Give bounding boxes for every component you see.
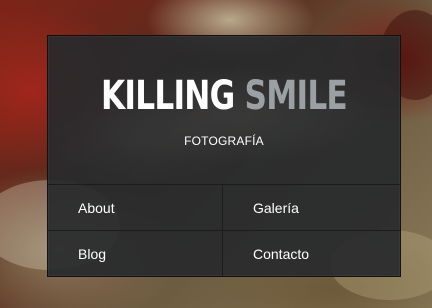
- site-logo[interactable]: KILLING SMILE: [87, 72, 362, 120]
- logo-word-killing: KILLING: [101, 73, 235, 119]
- main-navigation: About Galería Blog Contacto: [48, 184, 400, 276]
- branding-area: KILLING SMILE FOTOGRAFÍA: [48, 36, 400, 184]
- site-header-panel: KILLING SMILE FOTOGRAFÍA About Galería B…: [47, 35, 401, 277]
- nav-link-about[interactable]: About: [48, 185, 223, 231]
- nav-link-blog[interactable]: Blog: [48, 231, 223, 276]
- logo-word-smile: SMILE: [244, 73, 348, 119]
- nav-link-galeria[interactable]: Galería: [223, 185, 400, 231]
- nav-link-contacto[interactable]: Contacto: [223, 231, 400, 276]
- site-tagline: FOTOGRAFÍA: [184, 134, 264, 148]
